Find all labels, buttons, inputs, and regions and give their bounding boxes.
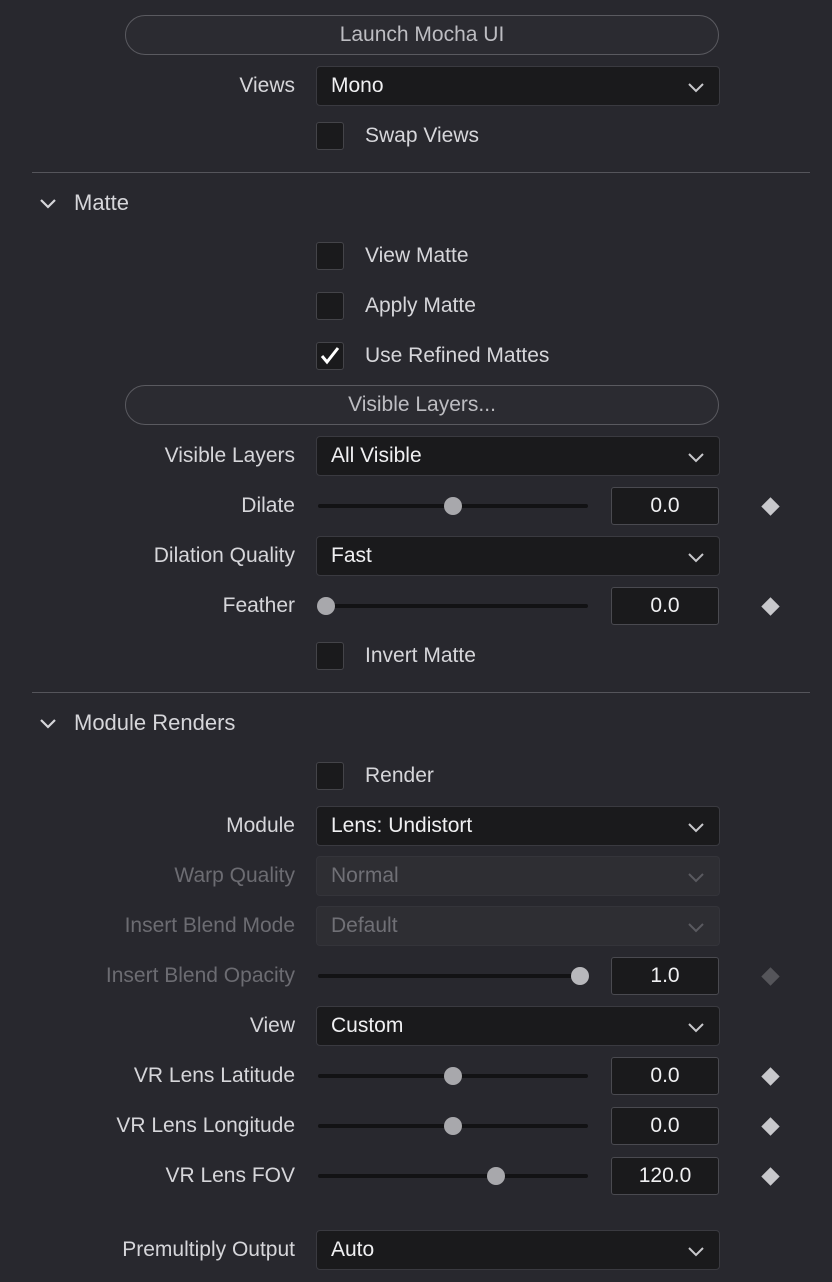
views-value: Mono [331, 74, 384, 97]
premultiply-output-value: Auto [331, 1238, 375, 1261]
feather-slider[interactable] [317, 597, 588, 615]
visible-layers-dropdown[interactable]: All Visible [316, 436, 720, 476]
vr-lens-longitude-value-field[interactable]: 0.0 [611, 1107, 719, 1145]
vr-lens-longitude-slider[interactable] [318, 1117, 588, 1135]
use-refined-mattes-checkbox[interactable] [316, 342, 344, 370]
dilation-quality-value: Fast [331, 544, 372, 567]
chevron-down-icon [688, 83, 704, 93]
diamond-icon[interactable] [761, 597, 780, 616]
premultiply-output-label: Premultiply Output [122, 1238, 295, 1261]
view-matte-label: View Matte [365, 244, 469, 267]
launch-mocha-ui-button[interactable]: Launch Mocha UI [125, 15, 719, 55]
insert-blend-mode-dropdown[interactable]: Default [316, 906, 720, 946]
diamond-icon[interactable] [761, 1117, 780, 1136]
visible-layers-value: All Visible [331, 444, 422, 467]
vr-lens-fov-value-field[interactable]: 120.0 [611, 1157, 719, 1195]
checkmark-icon [320, 347, 340, 365]
chevron-down-icon [40, 199, 56, 209]
diamond-icon[interactable] [761, 1167, 780, 1186]
view-matte-checkbox[interactable] [316, 242, 344, 270]
dilate-value-field[interactable]: 0.0 [611, 487, 719, 525]
view-value: Custom [331, 1014, 404, 1037]
module-label: Module [226, 814, 295, 837]
vr-lens-longitude-slider-handle[interactable] [444, 1117, 462, 1135]
insert-blend-mode-value: Default [331, 914, 398, 937]
insert-blend-opacity-slider[interactable] [318, 967, 589, 985]
apply-matte-checkbox[interactable] [316, 292, 344, 320]
warp-quality-value: Normal [331, 864, 399, 887]
view-dropdown[interactable]: Custom [316, 1006, 720, 1046]
visible-layers-button[interactable]: Visible Layers... [125, 385, 719, 425]
swap-views-checkbox[interactable] [316, 122, 344, 150]
chevron-down-icon [688, 1247, 704, 1257]
section-header-module-renders[interactable]: Module Renders [38, 708, 235, 738]
feather-label: Feather [222, 594, 295, 617]
views-dropdown[interactable]: Mono [316, 66, 720, 106]
dilate-slider[interactable] [318, 497, 588, 515]
vr-lens-fov-slider[interactable] [318, 1167, 588, 1185]
apply-matte-label: Apply Matte [365, 294, 476, 317]
diamond-icon[interactable] [761, 497, 780, 516]
section-divider [32, 172, 810, 173]
feather-value-field[interactable]: 0.0 [611, 587, 719, 625]
vr-lens-latitude-value-field[interactable]: 0.0 [611, 1057, 719, 1095]
vr-lens-latitude-slider[interactable] [318, 1067, 588, 1085]
premultiply-output-dropdown[interactable]: Auto [316, 1230, 720, 1270]
chevron-down-icon [688, 553, 704, 563]
render-label: Render [365, 764, 434, 787]
diamond-icon[interactable] [761, 1067, 780, 1086]
dilation-quality-label: Dilation Quality [153, 544, 295, 567]
insert-blend-opacity-label: Insert Blend Opacity [105, 964, 295, 987]
section-divider [32, 692, 810, 693]
insert-blend-mode-label: Insert Blend Mode [124, 914, 295, 937]
module-value: Lens: Undistort [331, 814, 473, 837]
warp-quality-label: Warp Quality [174, 864, 295, 887]
dilate-label: Dilate [241, 494, 295, 517]
vr-lens-fov-label: VR Lens FOV [165, 1164, 295, 1187]
chevron-down-icon [688, 923, 704, 933]
dilation-quality-dropdown[interactable]: Fast [316, 536, 720, 576]
module-dropdown[interactable]: Lens: Undistort [316, 806, 720, 846]
section-title-matte: Matte [74, 190, 130, 215]
vr-lens-fov-slider-handle[interactable] [487, 1167, 506, 1185]
view-label: View [249, 1014, 295, 1037]
views-label: Views [239, 74, 295, 97]
vr-lens-latitude-label: VR Lens Latitude [133, 1064, 295, 1087]
chevron-down-icon [40, 719, 56, 729]
render-checkbox[interactable] [316, 762, 344, 790]
section-header-matte[interactable]: Matte [38, 188, 129, 218]
chevron-down-icon [688, 1023, 704, 1033]
chevron-down-icon [688, 453, 704, 463]
feather-slider-handle[interactable] [317, 597, 335, 615]
section-title-module-renders: Module Renders [74, 710, 236, 735]
insert-blend-opacity-slider-handle[interactable] [571, 967, 589, 985]
invert-matte-checkbox[interactable] [316, 642, 344, 670]
vr-lens-latitude-slider-handle[interactable] [444, 1067, 462, 1085]
dilate-slider-handle[interactable] [444, 497, 462, 515]
warp-quality-dropdown[interactable]: Normal [316, 856, 720, 896]
invert-matte-label: Invert Matte [365, 644, 476, 667]
use-refined-mattes-label: Use Refined Mattes [365, 344, 550, 367]
chevron-down-icon [688, 873, 704, 883]
vr-lens-longitude-label: VR Lens Longitude [116, 1114, 295, 1137]
chevron-down-icon [688, 823, 704, 833]
swap-views-label: Swap Views [365, 124, 480, 147]
insert-blend-opacity-value-field[interactable]: 1.0 [611, 957, 719, 995]
visible-layers-label: Visible Layers [164, 444, 295, 467]
diamond-icon [761, 967, 780, 986]
